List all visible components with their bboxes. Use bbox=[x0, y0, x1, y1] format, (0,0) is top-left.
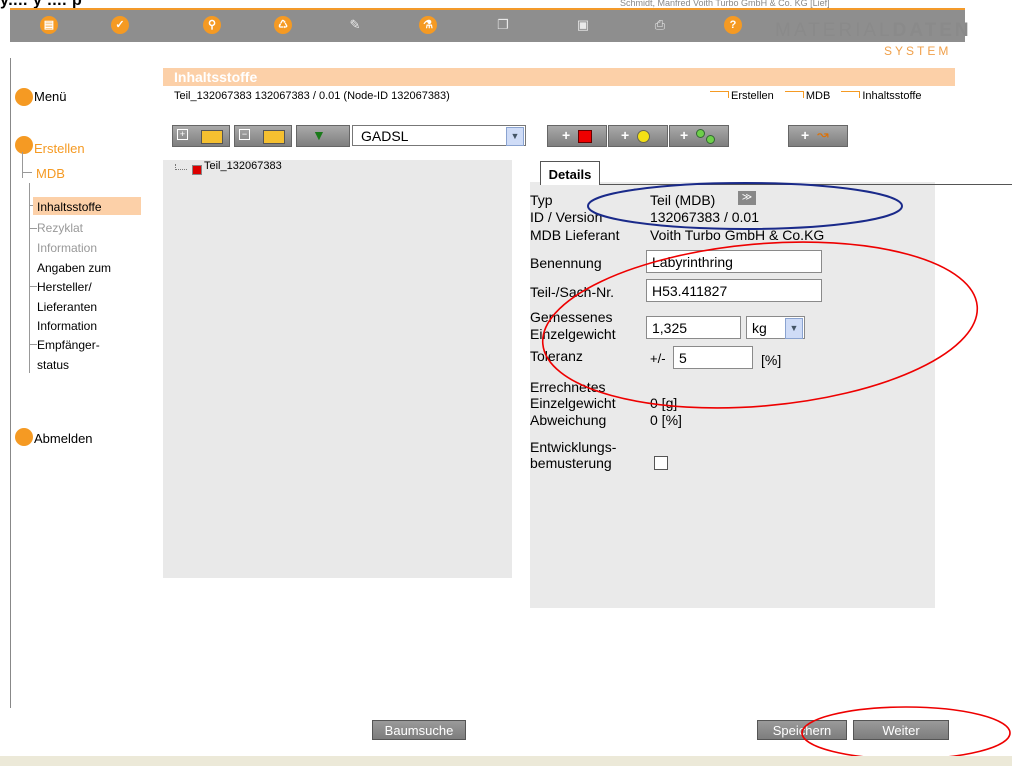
status-bar bbox=[0, 756, 1012, 766]
annotation-overlay bbox=[541, 182, 1011, 760]
annotation-ellipse-blue bbox=[587, 182, 903, 230]
annotation-ellipse-red bbox=[541, 241, 979, 409]
annotation-ellipse-red bbox=[801, 706, 1011, 760]
